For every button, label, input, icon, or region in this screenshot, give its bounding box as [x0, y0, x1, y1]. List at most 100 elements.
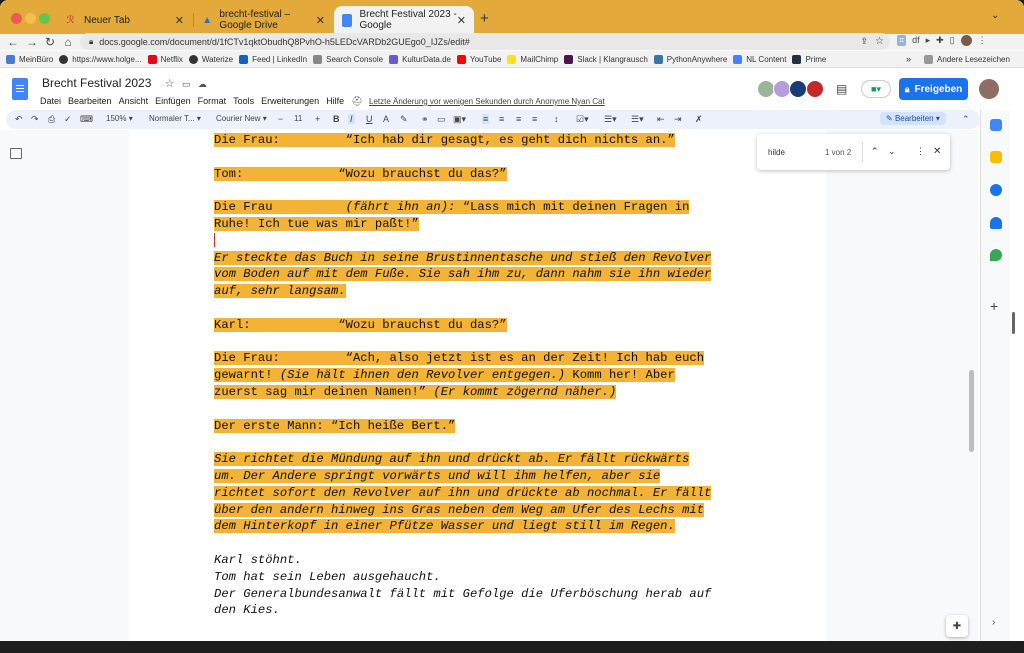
new-tab-button[interactable]: + — [480, 10, 489, 27]
close-window-button[interactable] — [11, 13, 22, 24]
menu-hilfe[interactable]: Hilfe — [326, 96, 344, 107]
expand-panel-icon[interactable]: › — [992, 617, 995, 628]
share-page-icon[interactable]: ⇪ — [860, 36, 868, 47]
font-select[interactable]: Courier New ▾ — [216, 114, 267, 123]
find-close-icon[interactable]: ✕ — [933, 146, 941, 157]
calendar-icon[interactable] — [990, 119, 1002, 131]
font-size-decrease[interactable]: − — [278, 114, 283, 124]
profile-avatar[interactable] — [960, 35, 972, 46]
bookmark-item[interactable]: Waterize — [188, 54, 233, 64]
browser-menu-icon[interactable]: ⋮ — [978, 35, 987, 46]
bookmark-star-icon[interactable]: ☆ — [875, 36, 884, 47]
share-button[interactable]: 🔒︎ Freigeben — [899, 78, 968, 100]
close-tab-icon[interactable]: ✕ — [175, 14, 184, 27]
underline-icon[interactable]: U — [366, 114, 373, 124]
zoom-select[interactable]: 150% ▾ — [106, 114, 133, 123]
maximize-window-button[interactable] — [39, 13, 50, 24]
bookmark-item[interactable]: Slack | Klangrausch — [564, 54, 648, 64]
menu-ansicht[interactable]: Ansicht — [119, 96, 149, 107]
justify-icon[interactable]: ≡ — [532, 114, 537, 124]
bookmark-item[interactable]: KulturData.de — [389, 54, 451, 64]
window-resize-handle[interactable] — [1012, 312, 1015, 334]
meet-icon[interactable]: ■▾ — [861, 80, 891, 98]
bookmark-item[interactable]: https://www.holge... — [59, 54, 142, 64]
back-icon[interactable]: ← — [6, 35, 20, 49]
more-bookmarks-icon[interactable]: » — [906, 54, 911, 64]
document-scrollbar[interactable] — [969, 370, 974, 452]
close-tab-icon[interactable]: ✕ — [316, 14, 325, 27]
move-folder-icon[interactable]: ▭ — [182, 79, 191, 89]
menu-einfuegen[interactable]: Einfügen — [155, 96, 191, 107]
bullet-list-icon[interactable]: ☰▾ — [604, 114, 617, 125]
indent-icon[interactable]: ⇥ — [674, 114, 682, 125]
bookmark-item[interactable]: Prime — [792, 54, 826, 64]
bookmark-item[interactable]: MeinBüro — [6, 54, 53, 64]
comment-icon[interactable]: ▭ — [437, 114, 446, 125]
image-icon[interactable]: ▣▾ — [453, 114, 466, 125]
print-icon[interactable]: ⎙ — [48, 114, 55, 125]
align-right-icon[interactable]: ≡ — [516, 114, 521, 124]
puzzle-icon[interactable]: ✚ — [936, 35, 944, 46]
account-avatar[interactable] — [979, 79, 999, 99]
find-next-icon[interactable]: ⌄ — [888, 146, 896, 157]
docs-logo-icon[interactable] — [12, 78, 28, 100]
style-select[interactable]: Normaler T... ▾ — [149, 114, 201, 123]
spellcheck-icon[interactable]: ✓ — [64, 114, 72, 125]
align-center-icon[interactable]: ≡ — [499, 114, 504, 124]
reload-icon[interactable]: ↻ — [43, 35, 57, 49]
link-icon[interactable]: ⚭ — [421, 114, 429, 125]
align-left-icon[interactable]: ≡ — [482, 114, 490, 124]
bold-icon[interactable]: B — [333, 114, 340, 124]
undo-icon[interactable]: ↶ — [15, 114, 23, 125]
extension-icon[interactable]: ▸ — [926, 35, 931, 46]
other-bookmarks[interactable]: Andere Lesezeichen — [924, 54, 1010, 64]
collaborator-avatar[interactable] — [806, 80, 824, 98]
find-input[interactable]: hilde — [768, 148, 785, 157]
clear-format-icon[interactable]: ✗ — [695, 114, 703, 125]
cloud-status-icon[interactable]: ☁ — [198, 79, 207, 89]
hat-icon[interactable]: ⛑ — [351, 96, 362, 107]
bookmark-item[interactable]: Search Console — [313, 54, 383, 64]
extension-icon[interactable]: ⌗ — [897, 35, 907, 46]
document-outline-icon[interactable] — [10, 148, 22, 159]
tab-google-drive[interactable]: ▲ brecht-festival – Google Drive ✕ — [194, 6, 333, 34]
text-color-icon[interactable]: A — [383, 114, 389, 124]
find-more-icon[interactable]: ⋮ — [916, 146, 925, 157]
line-spacing-icon[interactable]: ↕ — [554, 114, 559, 124]
tab-list-icon[interactable]: ⌄ — [991, 10, 999, 21]
document-body[interactable]: Die Frau: “Ich hab dir gesagt, es geht d… — [214, 132, 744, 619]
close-tab-icon[interactable]: ✕ — [457, 14, 466, 27]
bookmark-item[interactable]: Netflix — [147, 54, 183, 64]
forward-icon[interactable]: → — [25, 35, 39, 49]
outdent-icon[interactable]: ⇤ — [657, 114, 665, 125]
menu-tools[interactable]: Tools — [233, 96, 254, 107]
extension-icon[interactable]: df — [912, 35, 920, 46]
minimize-window-button[interactable] — [25, 13, 36, 24]
menu-format[interactable]: Format — [198, 96, 227, 107]
italic-icon[interactable]: I — [348, 114, 355, 124]
bookmark-item[interactable]: PythonAnywhere — [653, 54, 727, 64]
tasks-icon[interactable] — [990, 184, 1002, 196]
bookmark-item[interactable]: Feed | LinkedIn — [239, 54, 307, 64]
find-previous-icon[interactable]: ⌃ — [871, 146, 879, 157]
font-size-increase[interactable]: + — [315, 114, 320, 124]
explore-icon[interactable]: ✚ — [946, 615, 968, 637]
menu-bearbeiten[interactable]: Bearbeiten — [68, 96, 112, 107]
bookmark-item[interactable]: MailChimp — [507, 54, 558, 64]
keep-icon[interactable] — [990, 151, 1002, 163]
tab-new-tab[interactable]: ℛ Neuer Tab ✕ — [56, 6, 192, 34]
highlight-icon[interactable]: ✎ — [400, 114, 408, 125]
font-size-input[interactable]: 11 — [294, 114, 302, 123]
numbered-list-icon[interactable]: ☰▾ — [631, 114, 644, 125]
contacts-icon[interactable] — [990, 217, 1002, 229]
checklist-icon[interactable]: ☑▾ — [576, 114, 589, 125]
menu-erweiterungen[interactable]: Erweiterungen — [261, 96, 319, 107]
redo-icon[interactable]: ↷ — [31, 114, 39, 125]
add-addon-icon[interactable]: + — [990, 298, 998, 314]
tab-brecht-festival-doc[interactable]: Brecht Festival 2023 - Google ✕ — [334, 6, 474, 34]
star-icon[interactable]: ☆ — [165, 78, 175, 90]
bookmark-item[interactable]: NL Content — [733, 54, 786, 64]
collapse-toolbar-icon[interactable]: ⌃ — [962, 114, 970, 125]
sidebar-icon[interactable]: ▯ — [950, 35, 955, 46]
collaborator-avatar[interactable] — [789, 80, 807, 98]
